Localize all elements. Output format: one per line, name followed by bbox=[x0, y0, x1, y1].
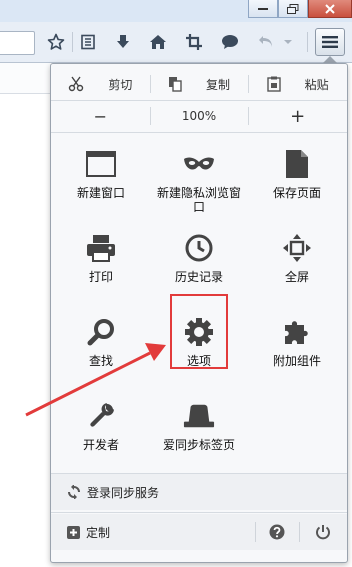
zoom-controls-row: − 100% + bbox=[51, 102, 347, 130]
zoom-in-label: + bbox=[290, 105, 306, 127]
print-button[interactable]: 打印 bbox=[51, 220, 151, 300]
download-icon bbox=[117, 35, 129, 48]
zoom-out-label: − bbox=[93, 106, 108, 126]
fullscreen-label: 全屏 bbox=[284, 270, 309, 284]
help-button[interactable] bbox=[257, 514, 297, 550]
history-clock-icon bbox=[185, 234, 213, 262]
save-page-icon bbox=[286, 150, 308, 178]
tab-sync-label: 爱同步标签页 bbox=[162, 438, 235, 452]
sync-icon bbox=[68, 485, 80, 499]
paste-button[interactable]: 粘贴 bbox=[248, 70, 347, 98]
navigation-toolbar bbox=[0, 22, 352, 63]
reading-list-button[interactable] bbox=[76, 30, 100, 54]
divider bbox=[51, 512, 347, 513]
divider bbox=[51, 100, 347, 101]
fullscreen-button[interactable]: 全屏 bbox=[247, 220, 347, 300]
customize-row: 定制 bbox=[51, 514, 347, 550]
fullscreen-icon bbox=[283, 234, 311, 262]
undo-button[interactable] bbox=[254, 30, 278, 54]
copy-icon bbox=[169, 77, 182, 92]
print-icon bbox=[87, 235, 115, 262]
save-page-label: 保存页面 bbox=[272, 186, 321, 200]
developer-button[interactable]: 开发者 bbox=[51, 388, 151, 468]
power-icon bbox=[316, 525, 330, 540]
history-label: 历史记录 bbox=[174, 270, 223, 284]
divider bbox=[51, 132, 347, 133]
cut-button[interactable]: 剪切 bbox=[51, 70, 150, 98]
wrench-icon bbox=[90, 403, 114, 427]
tab-sync-icon bbox=[183, 404, 215, 428]
save-page-button[interactable]: 保存页面 bbox=[247, 136, 347, 216]
chat-button[interactable] bbox=[218, 30, 242, 54]
print-label: 打印 bbox=[88, 270, 113, 284]
zoom-reset-button[interactable]: 100% bbox=[149, 102, 249, 130]
home-button[interactable] bbox=[146, 30, 170, 54]
reading-list-icon bbox=[81, 34, 95, 50]
private-mask-icon bbox=[184, 157, 214, 170]
new-window-button[interactable]: 新建窗口 bbox=[51, 136, 151, 216]
customize-button[interactable]: 定制 bbox=[86, 524, 110, 541]
main-menu-panel: 剪切 复制 粘贴 − 100% + 新建窗口 新建隐私浏览窗口 保存页面 打印 … bbox=[50, 63, 348, 563]
undo-dropdown-button[interactable] bbox=[280, 30, 296, 54]
cut-label: 剪切 bbox=[108, 77, 133, 92]
find-magnifier-icon bbox=[87, 319, 114, 346]
restore-button[interactable] bbox=[278, 0, 308, 18]
customize-plus-icon bbox=[67, 525, 80, 539]
close-icon bbox=[325, 3, 335, 14]
zoom-level: 100% bbox=[181, 109, 217, 123]
screenshot-crop-button[interactable] bbox=[182, 30, 206, 54]
sign-in-sync-label: 登录同步服务 bbox=[87, 485, 160, 500]
page-content-background bbox=[0, 63, 50, 94]
tab-sync-button[interactable]: 爱同步标签页 bbox=[149, 388, 249, 468]
copy-label: 复制 bbox=[206, 77, 231, 92]
puzzle-icon bbox=[285, 321, 308, 344]
bookmark-star-button[interactable] bbox=[44, 30, 68, 54]
minimize-button[interactable] bbox=[248, 0, 278, 18]
toolbar-separator bbox=[72, 32, 73, 52]
find-label: 查找 bbox=[88, 354, 113, 368]
close-window-button[interactable] bbox=[308, 0, 352, 18]
url-bar[interactable] bbox=[0, 31, 35, 55]
sign-in-sync-button[interactable]: 登录同步服务 bbox=[51, 474, 347, 510]
options-highlight-box bbox=[170, 294, 228, 369]
downloads-button[interactable] bbox=[111, 30, 135, 54]
copy-button[interactable]: 复制 bbox=[149, 70, 249, 98]
zoom-in-button[interactable]: + bbox=[248, 102, 347, 130]
paste-label: 粘贴 bbox=[304, 77, 329, 92]
undo-icon bbox=[259, 36, 272, 47]
quit-button[interactable] bbox=[303, 514, 343, 550]
developer-label: 开发者 bbox=[82, 438, 119, 452]
zoom-out-button[interactable]: − bbox=[51, 102, 150, 130]
window-controls bbox=[248, 0, 352, 18]
chevron-down-icon bbox=[284, 40, 292, 44]
new-private-window-label: 新建隐私浏览窗口 bbox=[156, 186, 241, 214]
chat-icon bbox=[222, 35, 238, 49]
edit-controls-row: 剪切 复制 粘贴 bbox=[51, 70, 347, 98]
new-private-window-button[interactable]: 新建隐私浏览窗口 bbox=[149, 136, 249, 216]
addons-button[interactable]: 附加组件 bbox=[247, 304, 347, 384]
open-menu-button[interactable] bbox=[315, 28, 345, 56]
menu-icon bbox=[322, 36, 338, 48]
crop-icon bbox=[186, 34, 202, 50]
find-button[interactable]: 查找 bbox=[51, 304, 151, 384]
new-window-icon bbox=[86, 151, 116, 177]
help-icon bbox=[269, 524, 285, 540]
scissors-icon bbox=[69, 76, 84, 92]
window-caption bbox=[0, 0, 352, 22]
minimize-icon bbox=[258, 7, 268, 10]
addons-label: 附加组件 bbox=[272, 354, 321, 368]
history-button[interactable]: 历史记录 bbox=[149, 220, 249, 300]
star-icon bbox=[47, 33, 65, 50]
restore-icon bbox=[287, 3, 299, 14]
new-window-label: 新建窗口 bbox=[76, 186, 125, 200]
footer-separator bbox=[299, 522, 300, 542]
footer-separator bbox=[255, 522, 256, 542]
home-icon bbox=[150, 35, 166, 49]
paste-icon bbox=[266, 76, 281, 92]
toolbar-separator bbox=[307, 32, 308, 52]
